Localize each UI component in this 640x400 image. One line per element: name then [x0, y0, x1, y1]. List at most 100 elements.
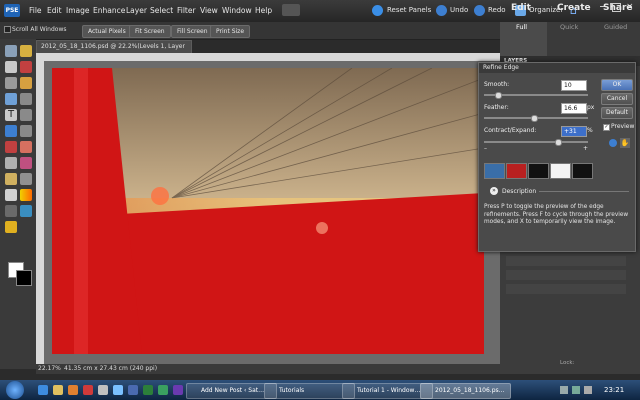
marquee-tool-icon[interactable]: [5, 77, 17, 89]
eyedropper-tool-icon[interactable]: [20, 61, 32, 73]
taskbar-app-photoshop[interactable]: 2012_05_18_1106.ps…: [420, 383, 511, 399]
feather-field[interactable]: 16.6: [561, 103, 587, 114]
preview-mode-mask-icon[interactable]: [572, 163, 593, 179]
healing-brush-tool-icon[interactable]: [20, 141, 32, 153]
reset-panels-button[interactable]: Reset Panels: [387, 6, 431, 14]
subtab-quick[interactable]: Quick: [560, 23, 578, 31]
explorer-icon[interactable]: [53, 385, 63, 395]
app-logo: PSE: [4, 4, 20, 17]
clock[interactable]: 23:21: [604, 386, 624, 394]
preview-mode-white-icon[interactable]: [550, 163, 571, 179]
brush-tool-icon[interactable]: [5, 173, 17, 185]
app-icon[interactable]: [158, 385, 168, 395]
app-icon[interactable]: [98, 385, 108, 395]
volume-icon[interactable]: [584, 386, 592, 394]
document-tab[interactable]: 2012_05_18_1106.psd @ 22.2%(Levels 1, La…: [36, 40, 192, 62]
ok-button[interactable]: OK: [601, 79, 633, 91]
menu-edit[interactable]: Edit: [47, 6, 62, 15]
menu-help[interactable]: Help: [255, 6, 272, 15]
quick-selection-tool-icon[interactable]: [5, 93, 17, 105]
tab-create[interactable]: Create: [557, 3, 591, 13]
smooth-slider-knob[interactable]: [495, 92, 502, 99]
description-toggle-icon[interactable]: »: [490, 187, 498, 195]
subtab-full[interactable]: Full: [516, 23, 527, 31]
undo-button[interactable]: Undo: [450, 6, 468, 14]
feather-unit: px: [587, 104, 595, 111]
toolbox: T: [0, 39, 36, 369]
undo-icon[interactable]: [436, 5, 447, 16]
zoom-level[interactable]: 22.17%: [38, 365, 61, 372]
preview-mode-overlay-icon[interactable]: [506, 163, 527, 179]
smooth-field[interactable]: 10: [561, 80, 587, 91]
paint-bucket-tool-icon[interactable]: [5, 189, 17, 201]
gradient-tool-icon[interactable]: [20, 189, 32, 201]
zoom-tool-icon[interactable]: [609, 139, 617, 147]
menu-window[interactable]: Window: [222, 6, 252, 15]
scroll-all-checkbox[interactable]: [4, 26, 11, 33]
workspace-arrange-icon[interactable]: [282, 4, 300, 16]
hand-tool-icon[interactable]: [5, 61, 17, 73]
red-eye-tool-icon[interactable]: [5, 141, 17, 153]
fit-screen-button[interactable]: Fit Screen: [129, 25, 171, 38]
cancel-button[interactable]: Cancel: [601, 93, 633, 105]
app-icon[interactable]: [143, 385, 153, 395]
magic-wand-tool-icon[interactable]: [20, 93, 32, 105]
tab-share[interactable]: Share: [603, 3, 633, 13]
tray-icon[interactable]: [560, 386, 568, 394]
zoom-tool-icon[interactable]: [20, 45, 32, 57]
scroll-all-label: Scroll All Windows: [12, 26, 67, 33]
dialog-title-bar[interactable]: Refine Edge: [479, 63, 635, 73]
tab-edit[interactable]: Edit: [511, 3, 531, 13]
blur-tool-icon[interactable]: [20, 205, 32, 217]
lock-label: Lock:: [560, 360, 575, 366]
app-icon[interactable]: [113, 385, 123, 395]
menu-file[interactable]: File: [29, 6, 42, 15]
redo-icon[interactable]: [474, 5, 485, 16]
cookie-cutter-tool-icon[interactable]: [5, 125, 17, 137]
contract-expand-slider-knob[interactable]: [555, 139, 562, 146]
layer-row[interactable]: [506, 256, 626, 266]
menu-view[interactable]: View: [200, 6, 218, 15]
lasso-tool-icon[interactable]: [20, 77, 32, 89]
reset-panels-icon[interactable]: [372, 5, 383, 16]
eraser-tool-icon[interactable]: [20, 157, 32, 169]
print-size-button[interactable]: Print Size: [210, 25, 251, 38]
actual-pixels-button[interactable]: Actual Pixels: [82, 25, 132, 38]
divider: [539, 191, 629, 192]
feather-slider-knob[interactable]: [531, 115, 538, 122]
menu-image[interactable]: Image: [66, 6, 90, 15]
shape-tool-icon[interactable]: [5, 205, 17, 217]
background-color-swatch[interactable]: [16, 270, 32, 286]
document-image[interactable]: [52, 68, 484, 354]
straighten-tool-icon[interactable]: [20, 125, 32, 137]
preview-checkbox[interactable]: ✓: [603, 124, 610, 131]
layer-row[interactable]: [506, 284, 626, 294]
fill-screen-button[interactable]: Fill Screen: [171, 25, 214, 38]
network-icon[interactable]: [572, 386, 580, 394]
hand-tool-icon[interactable]: ✋: [620, 138, 630, 148]
firefox-icon[interactable]: [68, 385, 78, 395]
sponge-tool-icon[interactable]: [5, 221, 17, 233]
contract-expand-slider[interactable]: [484, 141, 588, 143]
smart-brush-tool-icon[interactable]: [20, 173, 32, 185]
menu-layer[interactable]: Layer: [126, 6, 147, 15]
app-icon[interactable]: [128, 385, 138, 395]
move-tool-icon[interactable]: [5, 45, 17, 57]
redo-button[interactable]: Redo: [488, 6, 506, 14]
start-button[interactable]: [6, 381, 24, 399]
default-button[interactable]: Default: [601, 107, 633, 119]
preview-mode-custom-icon[interactable]: [484, 163, 505, 179]
crop-tool-icon[interactable]: [20, 109, 32, 121]
subtab-guided[interactable]: Guided: [604, 23, 627, 31]
layer-row[interactable]: [506, 270, 626, 280]
clone-stamp-tool-icon[interactable]: [5, 157, 17, 169]
menu-filter[interactable]: Filter: [177, 6, 196, 15]
menu-enhance[interactable]: Enhance: [93, 6, 125, 15]
type-tool-icon[interactable]: T: [5, 109, 17, 121]
menu-select[interactable]: Select: [150, 6, 173, 15]
preview-mode-black-icon[interactable]: [528, 163, 549, 179]
contract-expand-field[interactable]: +31: [561, 126, 587, 137]
ie-icon[interactable]: [38, 385, 48, 395]
app-icon[interactable]: [173, 385, 183, 395]
media-icon[interactable]: [83, 385, 93, 395]
